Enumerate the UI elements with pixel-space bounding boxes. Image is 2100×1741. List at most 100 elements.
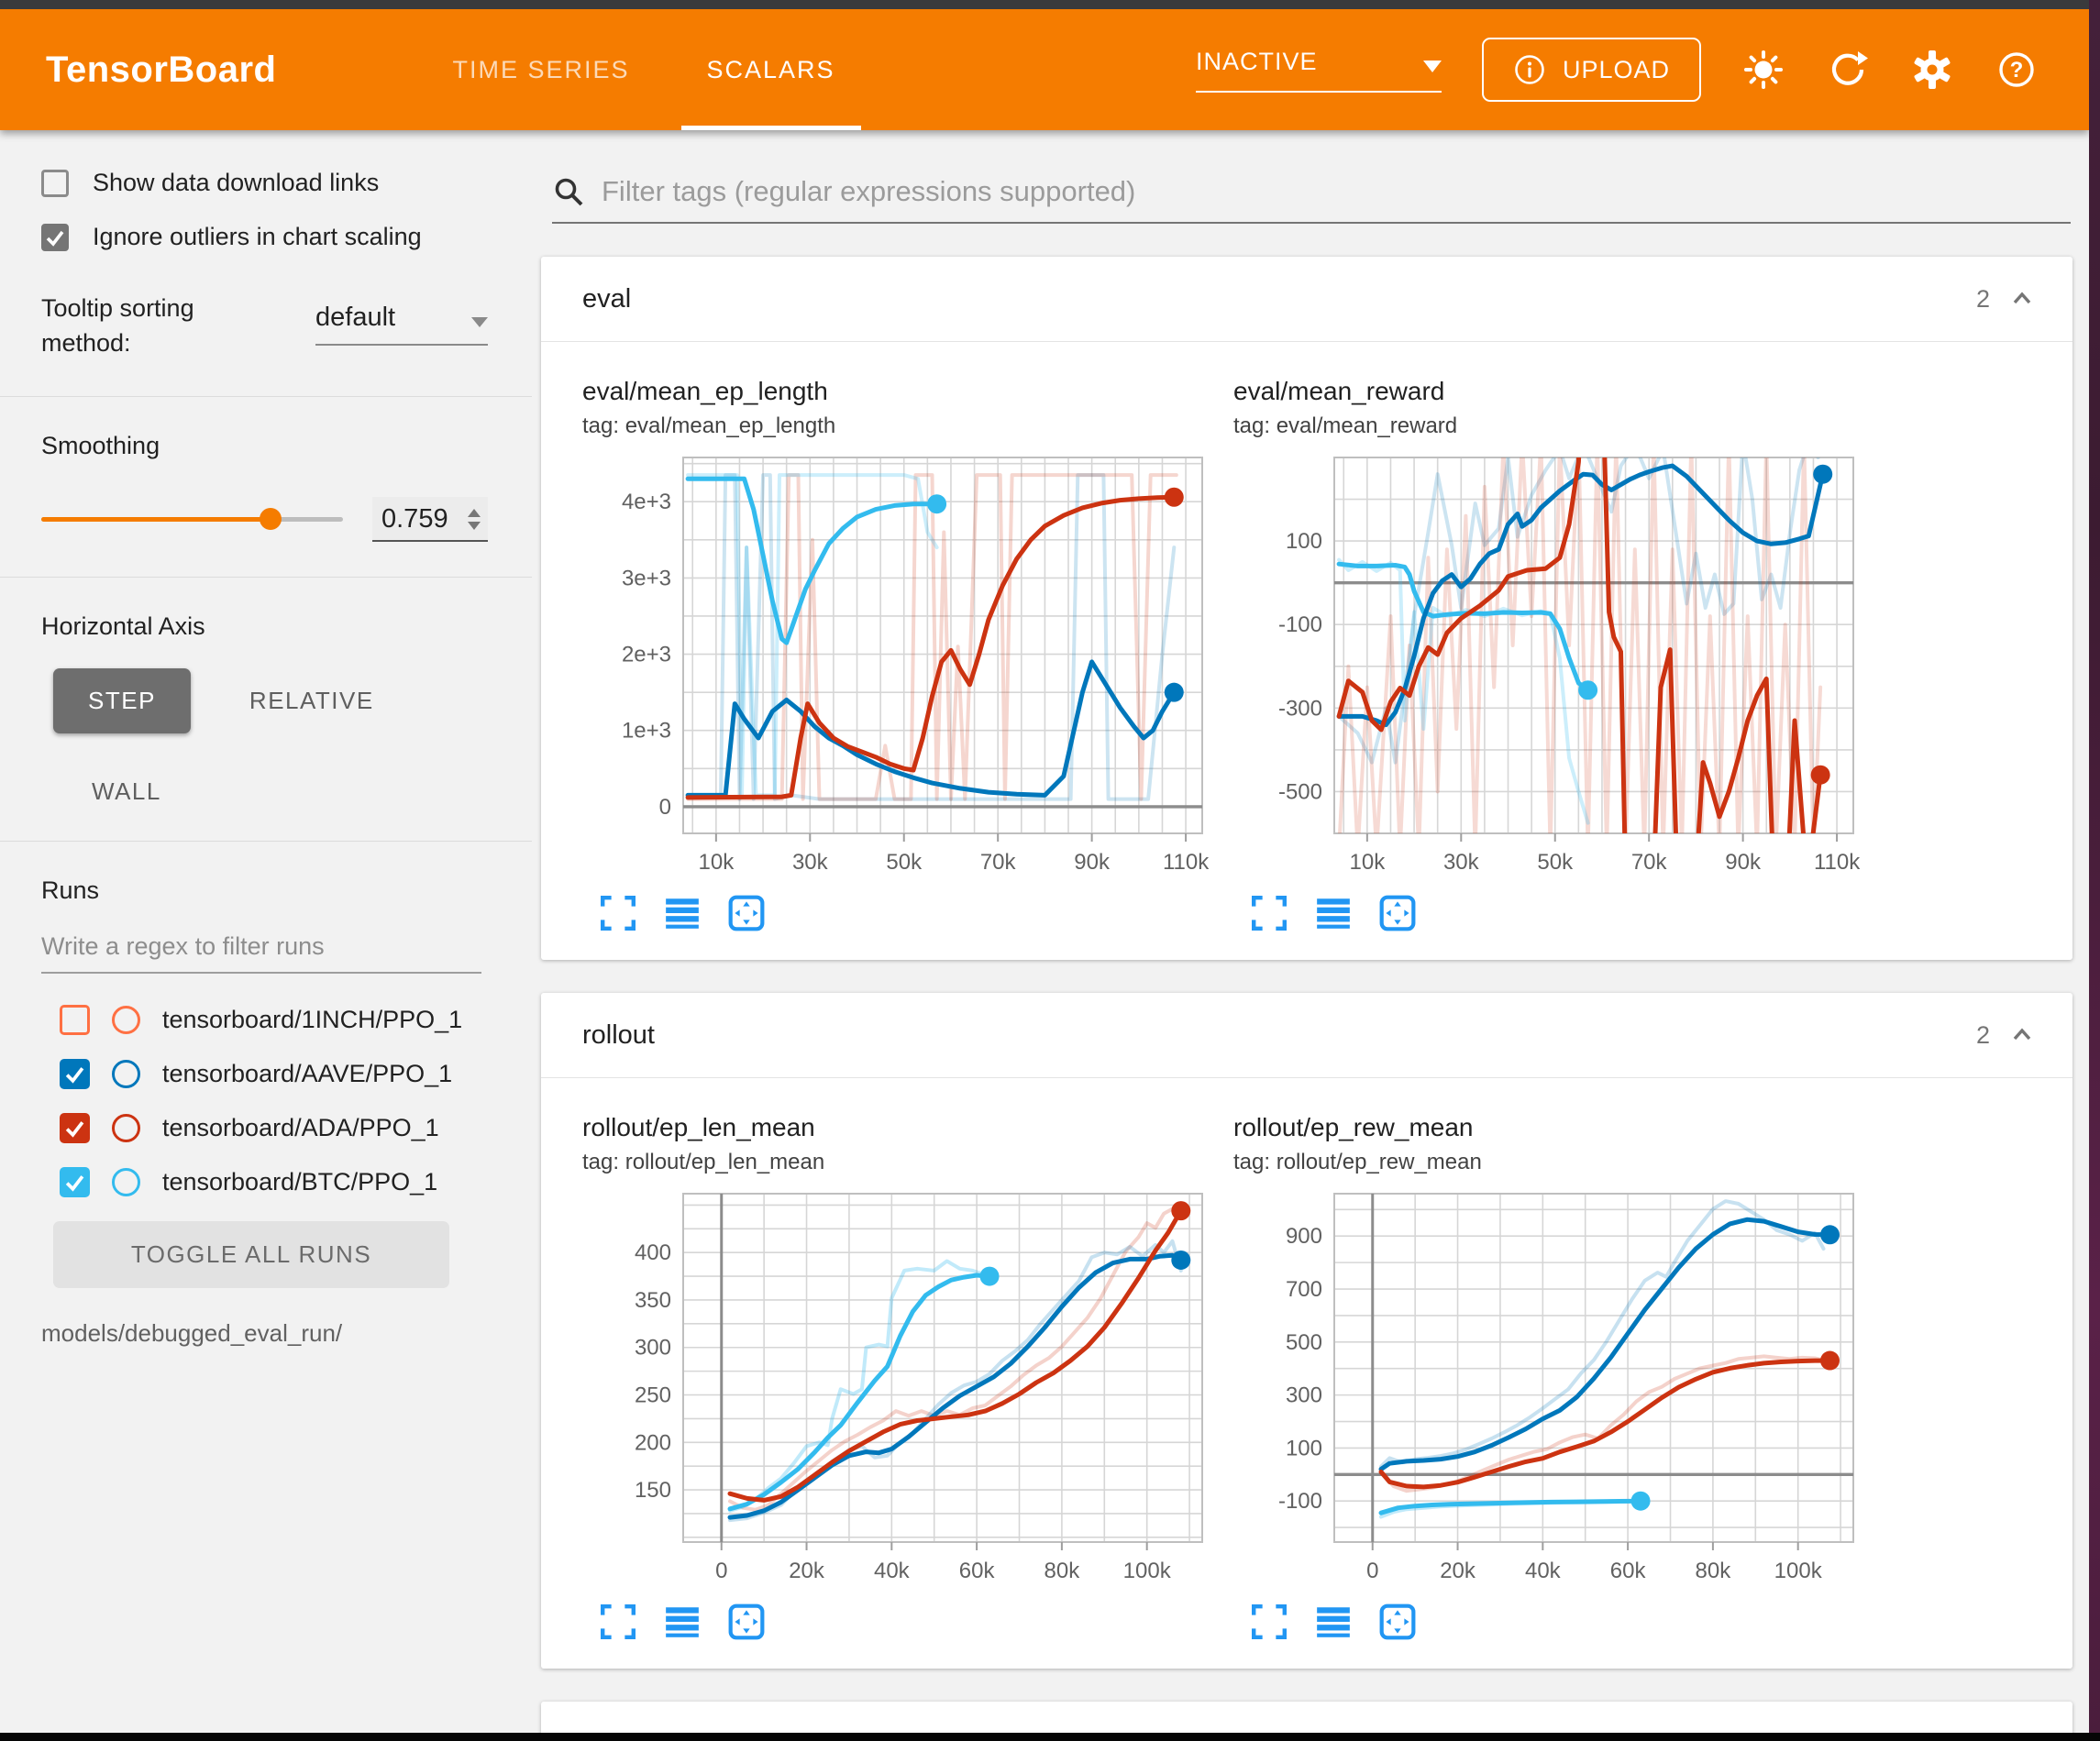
run-checkbox[interactable] xyxy=(60,1005,90,1035)
svg-text:0: 0 xyxy=(1366,1559,1378,1583)
section-chart-count: 2 xyxy=(1976,1021,1990,1050)
header-controls: INACTIVE UPLOAD xyxy=(1196,38,2039,102)
app-title: TensorBoard xyxy=(46,50,276,91)
chart-title: eval/mean_ep_length xyxy=(582,377,1233,406)
run-checkbox[interactable] xyxy=(60,1113,90,1143)
fit-domain-icon[interactable] xyxy=(727,1603,766,1641)
svg-text:10k: 10k xyxy=(1350,850,1387,875)
run-row-ada: tensorboard/ADA/PPO_1 xyxy=(60,1113,532,1143)
data-table-icon[interactable] xyxy=(663,894,702,932)
axis-relative-button[interactable]: RELATIVE xyxy=(249,687,374,715)
line-chart[interactable]: 10k30k50k70k90k110k100-100-300-500 xyxy=(1233,448,1866,879)
tag-filter-input[interactable] xyxy=(600,174,2071,209)
fullscreen-icon[interactable] xyxy=(599,1603,637,1641)
horizontal-axis-buttons: STEP RELATIVE xyxy=(53,668,532,733)
section-content-eval: eval/mean_ep_length tag: eval/mean_ep_le… xyxy=(541,341,2072,960)
run-row-1inch: tensorboard/1INCH/PPO_1 xyxy=(60,1005,532,1035)
chart-rollout-ep-len-mean: rollout/ep_len_mean tag: rollout/ep_len_… xyxy=(582,1113,1233,1645)
fit-domain-icon[interactable] xyxy=(1378,1603,1417,1641)
slider-thumb[interactable] xyxy=(260,508,282,530)
chart-tag: tag: eval/mean_ep_length xyxy=(582,413,1233,439)
smoothing-label: Smoothing xyxy=(41,432,532,460)
stepper-arrows[interactable] xyxy=(468,509,481,530)
data-table-icon[interactable] xyxy=(1314,894,1353,932)
svg-text:30k: 30k xyxy=(792,850,829,875)
settings-sidebar: Show data download links Ignore outliers… xyxy=(0,130,532,1733)
chart-rollout-ep-rew-mean: rollout/ep_rew_mean tag: rollout/ep_rew_… xyxy=(1233,1113,1884,1645)
slider-fill xyxy=(41,517,271,522)
checkbox[interactable] xyxy=(41,170,69,197)
svg-text:10k: 10k xyxy=(699,850,735,875)
divider xyxy=(0,396,532,397)
chart-toolbar xyxy=(1250,1603,1884,1641)
run-checkbox[interactable] xyxy=(60,1059,90,1089)
fit-domain-icon[interactable] xyxy=(727,894,766,932)
svg-text:4e+3: 4e+3 xyxy=(622,490,671,514)
tooltip-sorting-label: Tooltip sorting method: xyxy=(41,292,252,361)
chevron-up-icon[interactable] xyxy=(2010,1026,2034,1044)
help-icon[interactable]: ? xyxy=(1995,48,2039,92)
section-header-eval[interactable]: eval 2 xyxy=(541,257,2072,341)
smoothing-row xyxy=(41,497,488,542)
line-chart[interactable]: 10k30k50k70k90k110k01e+32e+33e+34e+3 xyxy=(582,448,1215,879)
option-label: Show data download links xyxy=(93,169,379,197)
refresh-icon[interactable] xyxy=(1826,48,1870,92)
svg-text:40k: 40k xyxy=(1525,1559,1562,1583)
tab-time-series[interactable]: TIME SERIES xyxy=(414,9,668,130)
axis-step-button[interactable]: STEP xyxy=(53,668,191,733)
run-checkbox[interactable] xyxy=(60,1167,90,1197)
svg-text:300: 300 xyxy=(1286,1383,1322,1408)
run-row-aave: tensorboard/AAVE/PPO_1 xyxy=(60,1059,532,1089)
chevron-up-icon[interactable] xyxy=(2010,290,2034,308)
smoothing-value-input[interactable] xyxy=(381,504,449,534)
fit-domain-icon[interactable] xyxy=(1378,894,1417,932)
svg-text:-300: -300 xyxy=(1278,696,1322,721)
svg-text:-100: -100 xyxy=(1278,1489,1322,1514)
run-status-dropdown[interactable]: INACTIVE xyxy=(1196,48,1442,93)
svg-text:300: 300 xyxy=(635,1336,671,1361)
chart-eval-mean-ep-length: eval/mean_ep_length tag: eval/mean_ep_le… xyxy=(582,377,1233,936)
svg-text:70k: 70k xyxy=(1631,850,1668,875)
screen-top-edge xyxy=(0,0,2100,9)
svg-text:60k: 60k xyxy=(1610,1559,1647,1583)
tooltip-sorting-select[interactable]: default xyxy=(315,303,488,346)
svg-text:40k: 40k xyxy=(874,1559,911,1583)
checkbox[interactable] xyxy=(41,224,69,251)
line-chart[interactable]: 020k40k60k80k100k-100100300500700900 xyxy=(1233,1185,1866,1588)
run-color-swatch[interactable] xyxy=(112,1168,140,1196)
run-color-swatch[interactable] xyxy=(112,1060,140,1088)
fullscreen-icon[interactable] xyxy=(1250,1603,1288,1641)
axis-wall-button[interactable]: WALL xyxy=(92,777,532,806)
section-title: rollout xyxy=(582,1020,655,1051)
data-table-icon[interactable] xyxy=(1314,1603,1353,1641)
section-header-time[interactable]: time xyxy=(541,1702,2072,1733)
app-header: TensorBoard TIME SERIES SCALARS INACTIVE… xyxy=(0,9,2089,130)
section-card-eval: eval 2 eval/mean_ep_length tag: eval/mea… xyxy=(541,257,2072,960)
smoothing-value-box xyxy=(372,497,488,542)
data-table-icon[interactable] xyxy=(663,1603,702,1641)
upload-button[interactable]: UPLOAD xyxy=(1482,38,1701,102)
line-chart[interactable]: 020k40k60k80k100k150200250300350400 xyxy=(582,1185,1215,1588)
svg-text:50k: 50k xyxy=(886,850,923,875)
svg-text:150: 150 xyxy=(635,1478,671,1503)
divider xyxy=(0,841,532,842)
runs-filter-input[interactable] xyxy=(41,932,481,974)
toggle-all-runs-button[interactable]: TOGGLE ALL RUNS xyxy=(53,1221,449,1288)
brightness-icon[interactable] xyxy=(1741,48,1785,92)
section-header-rollout[interactable]: rollout 2 xyxy=(541,993,2072,1077)
divider xyxy=(0,577,532,578)
smoothing-slider[interactable] xyxy=(41,517,343,522)
tab-scalars[interactable]: SCALARS xyxy=(669,9,874,130)
fullscreen-icon[interactable] xyxy=(599,894,637,932)
svg-text:700: 700 xyxy=(1286,1277,1322,1302)
svg-text:50k: 50k xyxy=(1537,850,1574,875)
svg-text:20k: 20k xyxy=(789,1559,825,1583)
svg-text:1e+3: 1e+3 xyxy=(622,719,671,744)
fullscreen-icon[interactable] xyxy=(1250,894,1288,932)
run-label: tensorboard/1INCH/PPO_1 xyxy=(162,1006,462,1034)
option-show-download-links: Show data download links xyxy=(41,169,532,197)
tab-bar: TIME SERIES SCALARS xyxy=(414,9,873,130)
settings-icon[interactable] xyxy=(1910,48,1954,92)
run-color-swatch[interactable] xyxy=(112,1006,140,1034)
run-color-swatch[interactable] xyxy=(112,1114,140,1142)
